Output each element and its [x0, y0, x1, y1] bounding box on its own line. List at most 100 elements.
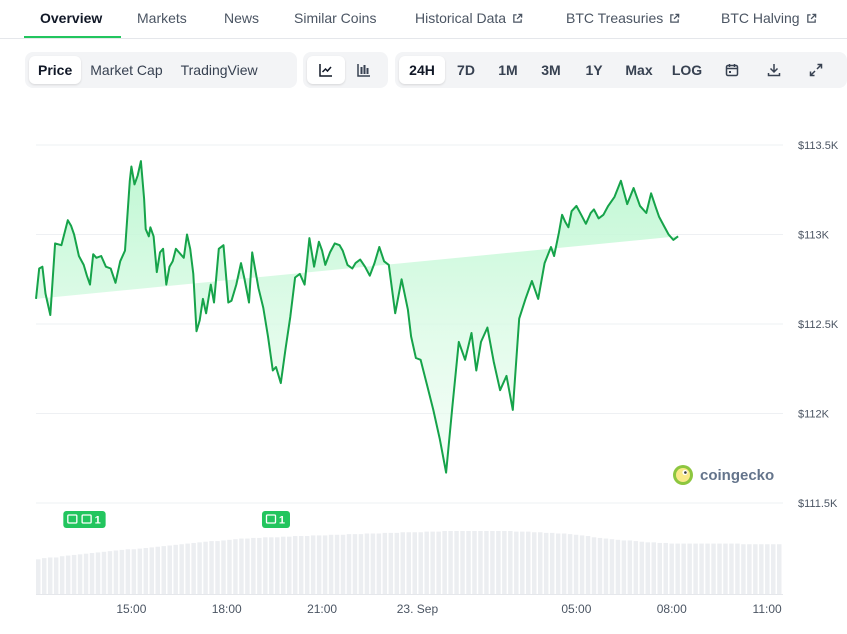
- tab-similar-coins[interactable]: Similar Coins: [294, 10, 376, 26]
- volume-bar: [179, 544, 184, 594]
- volume-bar: [113, 550, 119, 594]
- volume-bar: [286, 536, 292, 594]
- volume-bar: [173, 544, 178, 594]
- volume-bar: [466, 531, 471, 594]
- volume-bar: [310, 535, 316, 594]
- volume-bar: [167, 545, 172, 594]
- volume-bar: [645, 542, 651, 594]
- volume-bar: [609, 539, 615, 594]
- external-link-icon: [806, 13, 816, 23]
- x-tick-label: 11:00: [753, 602, 782, 616]
- tab-news[interactable]: News: [224, 10, 259, 26]
- volume-bar: [603, 538, 609, 594]
- volume-bar: [149, 547, 155, 594]
- y-tick-label: $113.5K: [798, 140, 839, 152]
- line-chart-button[interactable]: [307, 56, 345, 84]
- volume-bar: [352, 534, 358, 594]
- volume-bar: [651, 542, 657, 594]
- volume-bar: [245, 538, 250, 594]
- news-badge[interactable]: 1: [77, 511, 106, 528]
- volume-bar: [239, 538, 244, 594]
- volume-bar: [753, 544, 758, 594]
- calendar-button[interactable]: [711, 56, 753, 84]
- volume-bar: [543, 532, 549, 594]
- tab-markets[interactable]: Markets: [137, 10, 187, 26]
- volume-bar: [711, 543, 716, 594]
- volume-bar: [723, 543, 728, 594]
- download-button[interactable]: [753, 56, 795, 84]
- volume-bar: [412, 532, 417, 594]
- volume-bar: [573, 534, 579, 594]
- volume-bar: [579, 535, 585, 594]
- volume-bar: [705, 543, 710, 594]
- watermark-text: coingecko: [700, 466, 775, 484]
- volume-bar: [747, 544, 752, 594]
- volume-bar: [424, 531, 429, 594]
- volume-bar: [460, 531, 465, 594]
- tab-news-label: News: [224, 10, 260, 26]
- volume-bar: [555, 533, 561, 594]
- volume-bar: [340, 534, 346, 594]
- volume-bar: [699, 543, 704, 594]
- volume-bar: [735, 543, 740, 594]
- volume-bar: [334, 534, 340, 594]
- news-badge[interactable]: 1: [261, 511, 290, 528]
- volume-bar: [125, 549, 131, 594]
- y-tick-label: $113K: [798, 230, 830, 242]
- volume-bar: [95, 552, 101, 594]
- line-chart-icon: [319, 64, 332, 77]
- volume-bar: [430, 531, 435, 594]
- y-tick-label: $112K: [798, 409, 830, 421]
- price-button[interactable]: Price: [29, 56, 82, 84]
- tab-btc-halving[interactable]: BTC Halving: [721, 10, 817, 26]
- volume-bar: [663, 542, 668, 594]
- log-scale-button[interactable]: LOG: [663, 56, 711, 84]
- range-7d-button[interactable]: 7D: [445, 56, 487, 84]
- tab-overview[interactable]: Overview: [40, 10, 102, 26]
- x-tick-label: 21:00: [307, 602, 337, 616]
- tab-markets-label: Markets: [137, 10, 187, 26]
- price-chart[interactable]: $113.5K$113K$112.5K$112K$111.5K 111 15:0…: [0, 100, 847, 634]
- volume-bar: [520, 531, 525, 594]
- expand-icon: [809, 63, 823, 77]
- volume-bar: [131, 549, 137, 594]
- tab-historical-data[interactable]: Historical Data: [415, 10, 523, 26]
- volume-bar: [669, 543, 674, 594]
- volume-bar: [561, 533, 567, 594]
- range-1m-button[interactable]: 1M: [487, 56, 529, 84]
- tab-btc-treasuries[interactable]: BTC Treasuries: [566, 10, 680, 26]
- range-1y-button[interactable]: 1Y: [573, 56, 615, 84]
- range-3m-button[interactable]: 3M: [529, 56, 573, 84]
- volume-bar: [185, 543, 190, 594]
- download-icon: [767, 64, 781, 77]
- volume-bar: [316, 535, 322, 594]
- volume-bar: [675, 543, 680, 594]
- tab-overview-label: Overview: [40, 10, 103, 26]
- volume-bar: [615, 539, 621, 594]
- volume-bar: [107, 551, 113, 594]
- tradingview-button[interactable]: TradingView: [172, 56, 267, 84]
- volume-bar: [304, 536, 310, 594]
- volume-bar: [681, 543, 686, 594]
- volume-bar: [526, 531, 531, 594]
- volume-bar: [382, 532, 388, 594]
- candlestick-chart-button[interactable]: [345, 56, 383, 84]
- volume-bar: [484, 531, 489, 594]
- volume-bar: [364, 533, 370, 594]
- external-link-icon: [513, 13, 523, 23]
- x-axis: 15:00 18:00 21:00 23. Sep 05:00 08:00 11:00: [116, 602, 782, 616]
- range-24h-button[interactable]: 24H: [399, 56, 445, 84]
- volume-bar: [346, 534, 352, 594]
- volume-bar: [197, 542, 202, 594]
- market-cap-button[interactable]: Market Cap: [81, 56, 171, 84]
- volume-bar: [89, 553, 95, 594]
- volume-bar: [585, 536, 591, 594]
- volume-bar: [687, 543, 692, 594]
- x-tick-label: 08:00: [657, 602, 687, 616]
- expand-button[interactable]: [795, 56, 837, 84]
- range-max-button[interactable]: Max: [615, 56, 663, 84]
- tab-bar: Overview Markets News Similar Coins Hist…: [0, 0, 847, 39]
- volume-bar: [448, 531, 453, 594]
- price-area-fill: [36, 161, 679, 473]
- volume-bar: [657, 542, 662, 594]
